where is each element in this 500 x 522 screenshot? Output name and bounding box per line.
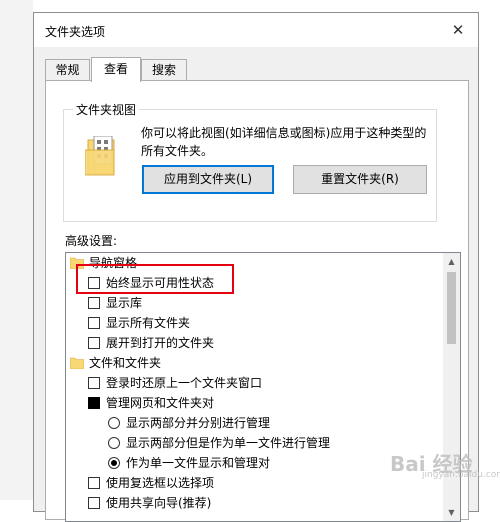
list-item-label: 管理网页和文件夹对 <box>106 396 215 410</box>
tab-search[interactable]: 搜索 <box>141 59 187 80</box>
folder-icon <box>70 357 84 369</box>
list-item-label: 显示两部分并分别进行管理 <box>126 416 271 430</box>
list-item-label: 使用共享向导(推荐) <box>106 496 212 510</box>
scroll-down-icon[interactable]: ▼ <box>443 504 460 521</box>
folder-views-description: 你可以将此视图(如详细信息或图标)应用于这种类型的所有文件夹。 <box>141 126 427 158</box>
tab-general[interactable]: 常规 <box>45 59 90 80</box>
apply-to-folders-button[interactable]: 应用到文件夹(L) <box>142 165 274 194</box>
folder-views-group: 文件夹视图 你可以将此视图(如详细信息或图标)应用于这种类型的所有文件夹。 应用… <box>63 101 437 222</box>
scroll-thumb[interactable] <box>447 272 456 344</box>
radio-button-selected[interactable] <box>108 457 120 469</box>
checkbox-indeterminate[interactable] <box>88 397 100 409</box>
folder-view-icon <box>85 136 115 176</box>
checkbox[interactable] <box>88 317 100 329</box>
list-item-label: 使用复选框以选择项 <box>106 476 215 490</box>
checkbox[interactable] <box>88 337 100 349</box>
folder-options-dialog: 文件夹选项 ✕ 常规 查看 搜索 文件夹视图 你可以将此视图(如详细信息或图标)… <box>33 12 479 522</box>
scroll-up-icon[interactable]: ▲ <box>443 253 460 270</box>
background-window <box>0 0 33 500</box>
checkbox[interactable] <box>88 477 100 489</box>
list-item-label: 文件和文件夹 <box>89 356 162 370</box>
radio-button[interactable] <box>108 417 120 429</box>
radio-button[interactable] <box>108 437 120 449</box>
checkbox[interactable] <box>88 497 100 509</box>
list-item-label: 显示库 <box>106 296 143 310</box>
advanced-settings-label: 高级设置: <box>65 234 118 248</box>
reset-folders-button[interactable]: 重置文件夹(R) <box>293 165 427 194</box>
title-bar: 文件夹选项 ✕ <box>34 13 478 47</box>
list-item-label: 登录时还原上一个文件夹窗口 <box>106 376 263 390</box>
close-button[interactable]: ✕ <box>438 13 478 47</box>
list-item-label: 展开到打开的文件夹 <box>106 336 215 350</box>
folder-views-title: 文件夹视图 <box>73 101 140 118</box>
annotation-highlight-box <box>76 264 234 294</box>
checkbox[interactable] <box>88 377 100 389</box>
baidu-watermark: Bai 经验 jingyan.baidu.com <box>390 448 500 488</box>
list-item-label: 作为单一文件显示和管理对 <box>126 456 271 470</box>
watermark-sub: jingyan.baidu.com <box>422 470 500 480</box>
list-item-label: 显示两部分但是作为单一文件进行管理 <box>126 436 331 450</box>
list-item-label: 显示所有文件夹 <box>106 316 191 330</box>
tab-view[interactable]: 查看 <box>91 57 141 82</box>
window-title: 文件夹选项 <box>45 25 106 39</box>
checkbox[interactable] <box>88 297 100 309</box>
